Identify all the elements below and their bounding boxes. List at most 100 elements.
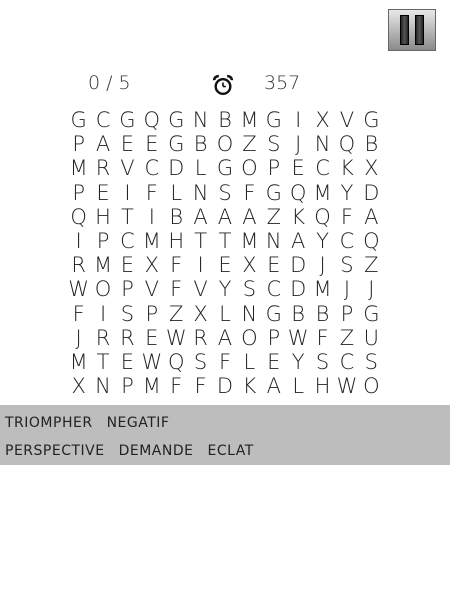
- letter-cell[interactable]: Q: [310, 205, 334, 229]
- letter-cell[interactable]: K: [237, 374, 261, 398]
- letter-cell[interactable]: H: [310, 374, 334, 398]
- letter-cell[interactable]: G: [164, 132, 188, 156]
- letter-cell[interactable]: Q: [66, 205, 90, 229]
- letter-cell[interactable]: K: [286, 205, 310, 229]
- letter-cell[interactable]: P: [262, 156, 286, 180]
- letter-cell[interactable]: F: [66, 302, 90, 326]
- letter-cell[interactable]: P: [115, 277, 139, 301]
- letter-cell[interactable]: C: [91, 108, 115, 132]
- letter-cell[interactable]: X: [188, 302, 212, 326]
- letter-cell[interactable]: C: [335, 229, 359, 253]
- letter-cell[interactable]: J: [66, 326, 90, 350]
- letter-cell[interactable]: A: [262, 374, 286, 398]
- letter-cell[interactable]: T: [91, 350, 115, 374]
- letter-cell[interactable]: B: [164, 205, 188, 229]
- letter-cell[interactable]: G: [262, 302, 286, 326]
- pause-button[interactable]: [388, 9, 436, 51]
- letter-cell[interactable]: E: [286, 156, 310, 180]
- letter-cell[interactable]: F: [310, 326, 334, 350]
- letter-cell[interactable]: Z: [164, 302, 188, 326]
- letter-cell[interactable]: W: [286, 326, 310, 350]
- letter-cell[interactable]: R: [91, 156, 115, 180]
- letter-cell[interactable]: C: [115, 229, 139, 253]
- letter-cell[interactable]: W: [66, 277, 90, 301]
- letter-cell[interactable]: J: [310, 253, 334, 277]
- letter-cell[interactable]: F: [213, 350, 237, 374]
- letter-cell[interactable]: C: [310, 156, 334, 180]
- letter-cell[interactable]: A: [237, 205, 261, 229]
- letter-cell[interactable]: N: [91, 374, 115, 398]
- letter-cell[interactable]: L: [237, 350, 261, 374]
- letter-cell[interactable]: B: [286, 302, 310, 326]
- letter-cell[interactable]: F: [140, 181, 164, 205]
- letter-cell[interactable]: G: [359, 108, 383, 132]
- letter-cell[interactable]: E: [213, 253, 237, 277]
- letter-cell[interactable]: X: [140, 253, 164, 277]
- letter-cell[interactable]: E: [140, 132, 164, 156]
- letter-cell[interactable]: M: [91, 253, 115, 277]
- letter-cell[interactable]: S: [310, 350, 334, 374]
- letter-cell[interactable]: I: [286, 108, 310, 132]
- letter-cell[interactable]: P: [262, 326, 286, 350]
- letter-cell[interactable]: F: [335, 205, 359, 229]
- letter-cell[interactable]: M: [66, 156, 90, 180]
- letter-cell[interactable]: Q: [335, 132, 359, 156]
- letter-cell[interactable]: L: [188, 156, 212, 180]
- letter-cell[interactable]: T: [213, 229, 237, 253]
- letter-cell[interactable]: R: [66, 253, 90, 277]
- letter-cell[interactable]: W: [140, 350, 164, 374]
- letter-cell[interactable]: X: [310, 108, 334, 132]
- letter-cell[interactable]: A: [91, 132, 115, 156]
- letter-cell[interactable]: O: [359, 374, 383, 398]
- letter-cell[interactable]: S: [188, 350, 212, 374]
- letter-cell[interactable]: C: [262, 277, 286, 301]
- letter-cell[interactable]: H: [164, 229, 188, 253]
- letter-cell[interactable]: V: [335, 108, 359, 132]
- letter-cell[interactable]: V: [188, 277, 212, 301]
- letter-cell[interactable]: J: [359, 277, 383, 301]
- letter-cell[interactable]: I: [188, 253, 212, 277]
- letter-cell[interactable]: Y: [310, 229, 334, 253]
- letter-cell[interactable]: F: [164, 253, 188, 277]
- letter-cell[interactable]: F: [188, 374, 212, 398]
- letter-cell[interactable]: F: [164, 374, 188, 398]
- letter-cell[interactable]: I: [66, 229, 90, 253]
- letter-cell[interactable]: P: [140, 302, 164, 326]
- letter-cell[interactable]: P: [115, 374, 139, 398]
- letter-cell[interactable]: R: [91, 326, 115, 350]
- letter-cell[interactable]: R: [115, 326, 139, 350]
- letter-cell[interactable]: S: [359, 350, 383, 374]
- letter-cell[interactable]: N: [310, 132, 334, 156]
- letter-cell[interactable]: K: [335, 156, 359, 180]
- letter-cell[interactable]: A: [286, 229, 310, 253]
- letter-cell[interactable]: Z: [359, 253, 383, 277]
- letter-cell[interactable]: A: [213, 205, 237, 229]
- letter-cell[interactable]: D: [164, 156, 188, 180]
- letter-cell[interactable]: S: [213, 181, 237, 205]
- letter-cell[interactable]: H: [91, 205, 115, 229]
- letter-cell[interactable]: G: [115, 108, 139, 132]
- letter-cell[interactable]: M: [310, 181, 334, 205]
- letter-cell[interactable]: A: [188, 205, 212, 229]
- letter-cell[interactable]: T: [115, 205, 139, 229]
- letter-cell[interactable]: E: [115, 350, 139, 374]
- letter-cell[interactable]: I: [140, 205, 164, 229]
- letter-cell[interactable]: I: [115, 181, 139, 205]
- letter-cell[interactable]: Y: [335, 181, 359, 205]
- letter-cell[interactable]: Y: [286, 350, 310, 374]
- letter-cell[interactable]: Y: [213, 277, 237, 301]
- letter-cell[interactable]: M: [310, 277, 334, 301]
- letter-cell[interactable]: Z: [262, 205, 286, 229]
- letter-cell[interactable]: M: [140, 374, 164, 398]
- letter-cell[interactable]: P: [66, 181, 90, 205]
- letter-cell[interactable]: O: [237, 326, 261, 350]
- letter-cell[interactable]: E: [262, 350, 286, 374]
- letter-cell[interactable]: V: [115, 156, 139, 180]
- letter-cell[interactable]: M: [66, 350, 90, 374]
- letter-cell[interactable]: E: [140, 326, 164, 350]
- letter-cell[interactable]: E: [115, 253, 139, 277]
- letter-cell[interactable]: W: [335, 374, 359, 398]
- letter-cell[interactable]: F: [164, 277, 188, 301]
- letter-cell[interactable]: A: [213, 326, 237, 350]
- letter-cell[interactable]: G: [262, 108, 286, 132]
